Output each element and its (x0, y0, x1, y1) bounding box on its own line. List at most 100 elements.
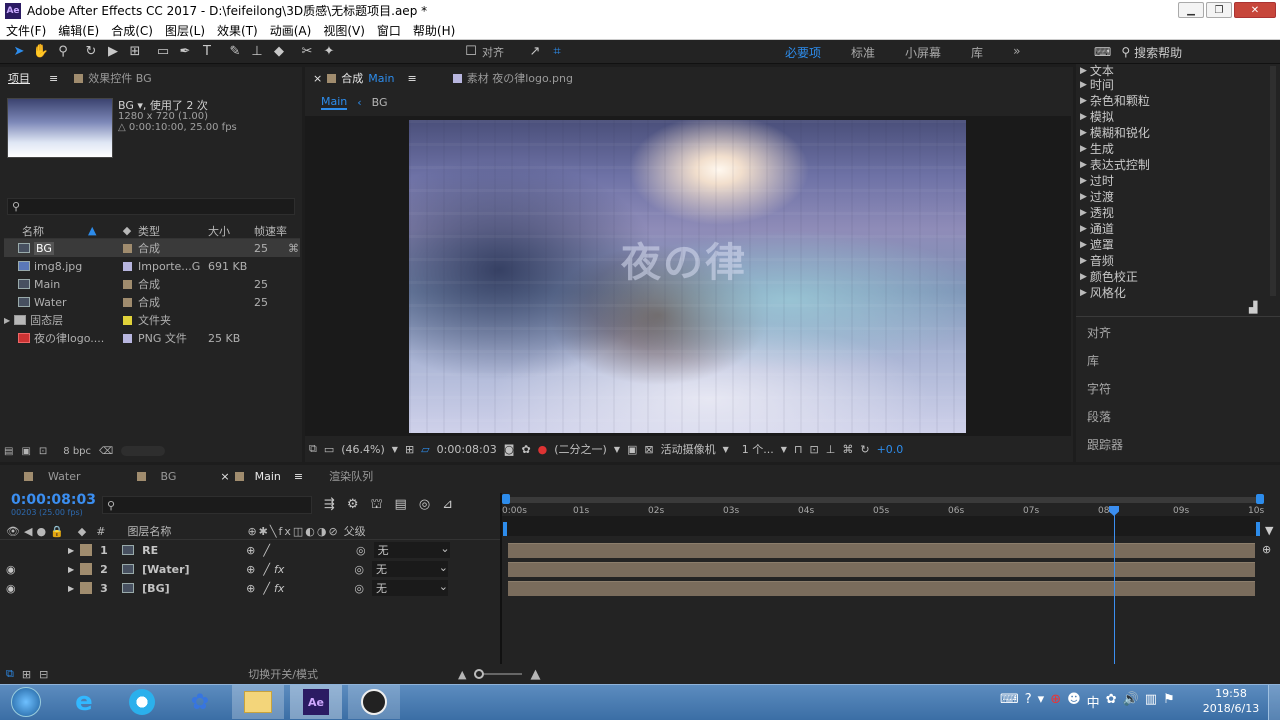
panel-align[interactable]: 对齐 (1087, 324, 1111, 341)
label-tag-icon[interactable]: ◆ (116, 224, 138, 237)
work-area-bar[interactable] (505, 497, 1260, 503)
clone-stamp-tool-icon[interactable]: ⊥ (246, 42, 268, 62)
breadcrumb-bg[interactable]: BG (372, 96, 388, 109)
work-area-end-handle[interactable] (1256, 494, 1264, 504)
interpret-footage-icon[interactable]: ▤ (4, 446, 13, 457)
expand-arrow-icon[interactable]: ▶ (1080, 176, 1087, 186)
grid-icon[interactable]: ⊞ (405, 443, 414, 456)
layer-name[interactable]: [Water] (142, 563, 232, 576)
monitor-icon[interactable]: ▭ (324, 443, 334, 456)
tab-timeline-bg[interactable]: BG (129, 470, 185, 483)
quality-switch-icon[interactable]: ╱ (263, 544, 270, 557)
menu-edit[interactable]: 编辑(E) (52, 22, 105, 39)
list-item[interactable]: 夜の律logo.... PNG 文件 25 KB (4, 329, 300, 347)
snapshot-icon[interactable]: ◙ (504, 443, 515, 456)
label-swatch[interactable] (122, 243, 132, 253)
always-preview-icon[interactable]: ⧉ (309, 442, 317, 456)
in-out-columns-icon[interactable]: ⊟ (39, 668, 48, 681)
zoom-slider-knob[interactable] (474, 669, 485, 679)
snap-options-icon[interactable]: ⌗ (546, 42, 568, 62)
timeline-icon[interactable]: ⊥ (826, 443, 836, 456)
col-parent[interactable]: 父级 (344, 523, 366, 539)
draft-3d-icon[interactable]: ⚙ (347, 497, 359, 514)
comp-timecode[interactable]: 0:00:08:03 (437, 443, 497, 456)
effects-category[interactable]: ▶ 模拟 (1080, 108, 1114, 125)
menu-window[interactable]: 窗口 (371, 22, 407, 39)
playhead[interactable] (1114, 508, 1115, 664)
resolution-dropdown[interactable]: (二分之一) (554, 441, 607, 457)
fx-switch-icon[interactable]: fx (274, 563, 284, 576)
pen-tool-icon[interactable]: ✒ (174, 42, 196, 62)
hand-tool-icon[interactable]: ✋ (30, 42, 52, 62)
zoom-slider[interactable] (474, 669, 523, 679)
expand-arrow-icon[interactable]: ▶ (1080, 288, 1087, 298)
trash-icon[interactable]: ⌫ (99, 446, 113, 457)
network-tray-icon[interactable]: ▥ (1145, 692, 1157, 711)
flowchart-icon[interactable]: ⌘ (842, 443, 853, 456)
label-swatch[interactable] (122, 333, 132, 343)
effects-category[interactable]: ▶ 时间 (1080, 76, 1114, 93)
effects-category[interactable]: ▶ 风格化 (1080, 284, 1126, 301)
layer-bar-3[interactable] (508, 581, 1255, 596)
show-desktop-button[interactable] (1268, 685, 1280, 720)
expand-arrow-icon[interactable]: ▶ (4, 316, 10, 325)
expand-arrow-icon[interactable]: ▶ (1080, 112, 1087, 122)
expand-arrow-icon[interactable]: ▶ (1080, 240, 1087, 250)
table-row[interactable]: ◉ ▶ 2 [Water] ⊕ ╱ fx ◎ 无 ⌄ (0, 560, 500, 578)
maximize-button[interactable]: ❐ (1206, 2, 1232, 18)
file-explorer-icon[interactable] (232, 685, 284, 719)
tab-timeline-water[interactable]: Water (0, 470, 89, 483)
views-dropdown[interactable]: 1 个... (742, 441, 774, 457)
bit-depth-button[interactable]: 8 bpc (63, 446, 91, 457)
effects-category[interactable]: ▶ 遮罩 (1080, 236, 1114, 253)
col-name[interactable]: 名称 ▲ (4, 223, 116, 239)
rectangle-tool-icon[interactable]: ▭ (152, 42, 174, 62)
label-swatch[interactable] (122, 279, 132, 289)
graph-editor-icon[interactable]: ⊿ (442, 497, 453, 514)
col-size[interactable]: 大小 (208, 223, 254, 239)
time-ruler[interactable] (502, 516, 1260, 536)
list-item[interactable]: Main 合成 25 (4, 275, 300, 293)
col-type[interactable]: 类型 (138, 223, 208, 239)
reset-exposure-icon[interactable]: ↻ (860, 443, 869, 456)
new-preset-icon[interactable]: ▟ (1249, 301, 1257, 314)
mini-flowchart-icon[interactable]: ⊕ (1262, 543, 1271, 556)
breadcrumb-main[interactable]: Main (321, 95, 348, 110)
camera-dropdown[interactable]: 活动摄像机 (661, 441, 716, 457)
region-of-interest-icon[interactable]: ▣ (627, 443, 637, 456)
timeline-current-time[interactable]: 0:00:08:03 (11, 492, 96, 508)
list-item[interactable]: img8.jpg Importe...G 691 KB (4, 257, 300, 275)
snap-icon[interactable]: ↗ (524, 42, 546, 62)
layer-label-swatch[interactable] (80, 544, 93, 556)
comp-frame-preview[interactable]: 夜の律 (409, 120, 966, 433)
roto-brush-tool-icon[interactable]: ✂ (296, 42, 318, 62)
close-tab-icon[interactable]: × (313, 72, 322, 85)
menu-effect[interactable]: 效果(T) (211, 22, 264, 39)
project-scroll[interactable] (121, 446, 166, 456)
eye-icon[interactable]: ◉ (6, 582, 24, 595)
eraser-tool-icon[interactable]: ◆ (268, 42, 290, 62)
panel-tracker[interactable]: 跟踪器 (1087, 436, 1123, 453)
label-swatch[interactable] (122, 261, 132, 271)
workspace-small-screen[interactable]: 小屏幕 (890, 44, 956, 61)
start-orb-icon[interactable] (0, 685, 52, 719)
expand-arrow-icon[interactable]: ▶ (68, 546, 74, 555)
work-area-start-handle[interactable] (502, 494, 510, 504)
expand-arrow-icon[interactable]: ▶ (1080, 96, 1087, 106)
parent-dropdown[interactable]: 无 ⌄ (372, 561, 448, 577)
menu-animation[interactable]: 动画(A) (264, 22, 318, 39)
expand-arrow-icon[interactable]: ▶ (1080, 144, 1087, 154)
transfer-controls-icon[interactable]: ⊞ (22, 668, 31, 681)
menu-file[interactable]: 文件(F) (0, 22, 52, 39)
keyboard-tray-icon[interactable]: ⌨ (1000, 692, 1019, 711)
camera-tool-icon[interactable]: ▶ (102, 42, 124, 62)
expand-arrow-icon[interactable]: ▶ (1080, 160, 1087, 170)
layer-label-swatch[interactable] (80, 563, 93, 575)
tab-composition-main[interactable]: × 合成 Main ≡ (305, 70, 425, 86)
zoom-tool-icon[interactable]: ⚲ (52, 42, 74, 62)
new-folder-icon[interactable]: ▣ (21, 446, 30, 457)
qq-tray-icon[interactable]: ☻ (1067, 692, 1081, 711)
parent-dropdown[interactable]: 无 ⌄ (372, 580, 448, 596)
parent-dropdown[interactable]: 无 ⌄ (373, 542, 450, 558)
col-fps[interactable]: 帧速率 (254, 223, 294, 239)
